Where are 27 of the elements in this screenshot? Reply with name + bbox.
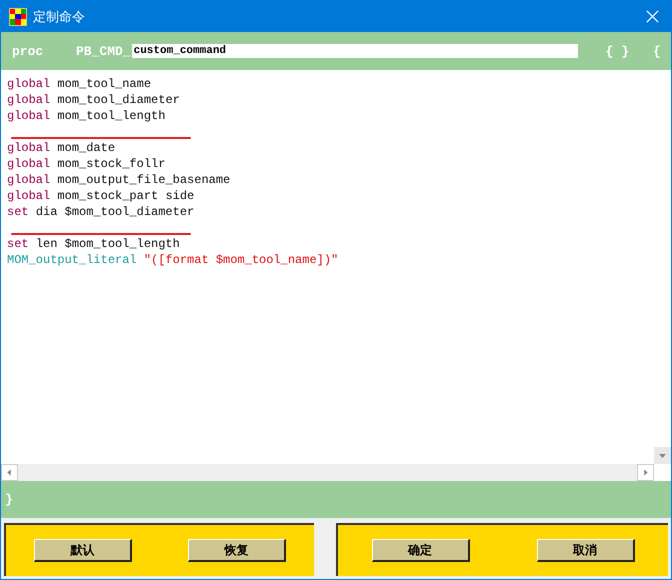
- code-line: set dia $mom_tool_diameter: [7, 204, 194, 220]
- scroll-right-icon[interactable]: [637, 464, 654, 481]
- code-line: global mom_tool_length: [7, 108, 166, 124]
- dialog-button[interactable]: 确定: [372, 539, 470, 562]
- close-icon[interactable]: [646, 10, 659, 23]
- code-line: set len $mom_tool_length: [7, 236, 180, 252]
- code-line: MOM_output_literal "([format $mom_tool_name])": [7, 252, 338, 268]
- app-icon: [9, 8, 27, 26]
- name-field[interactable]: custom_command: [132, 44, 578, 58]
- window-title: 定制命令: [33, 8, 86, 26]
- dialog-button[interactable]: 取消: [536, 539, 634, 562]
- scroll-left-icon[interactable]: [1, 464, 18, 481]
- horizontal-scrollbar[interactable]: [1, 464, 654, 481]
- dialog-button[interactable]: 默认: [34, 539, 132, 562]
- proc-keyword: proc: [12, 44, 44, 58]
- code-line: global mom_output_file_basename: [7, 172, 230, 188]
- brace-label: }: [5, 492, 13, 507]
- command-prefix: PB_CMD_: [76, 44, 131, 58]
- code-line: global mom_tool_diameter: [7, 92, 180, 108]
- braces-label: { }: [606, 44, 630, 58]
- scroll-down-icon[interactable]: [654, 447, 671, 464]
- brace-label: {: [653, 44, 661, 58]
- code-line: global mom_stock_part side: [7, 188, 194, 204]
- code-line: global mom_date: [7, 140, 116, 156]
- code-line: global mom_tool_name: [7, 76, 152, 92]
- dialog-button[interactable]: 恢复: [188, 539, 286, 562]
- code-line: global mom_stock_follr: [7, 156, 166, 172]
